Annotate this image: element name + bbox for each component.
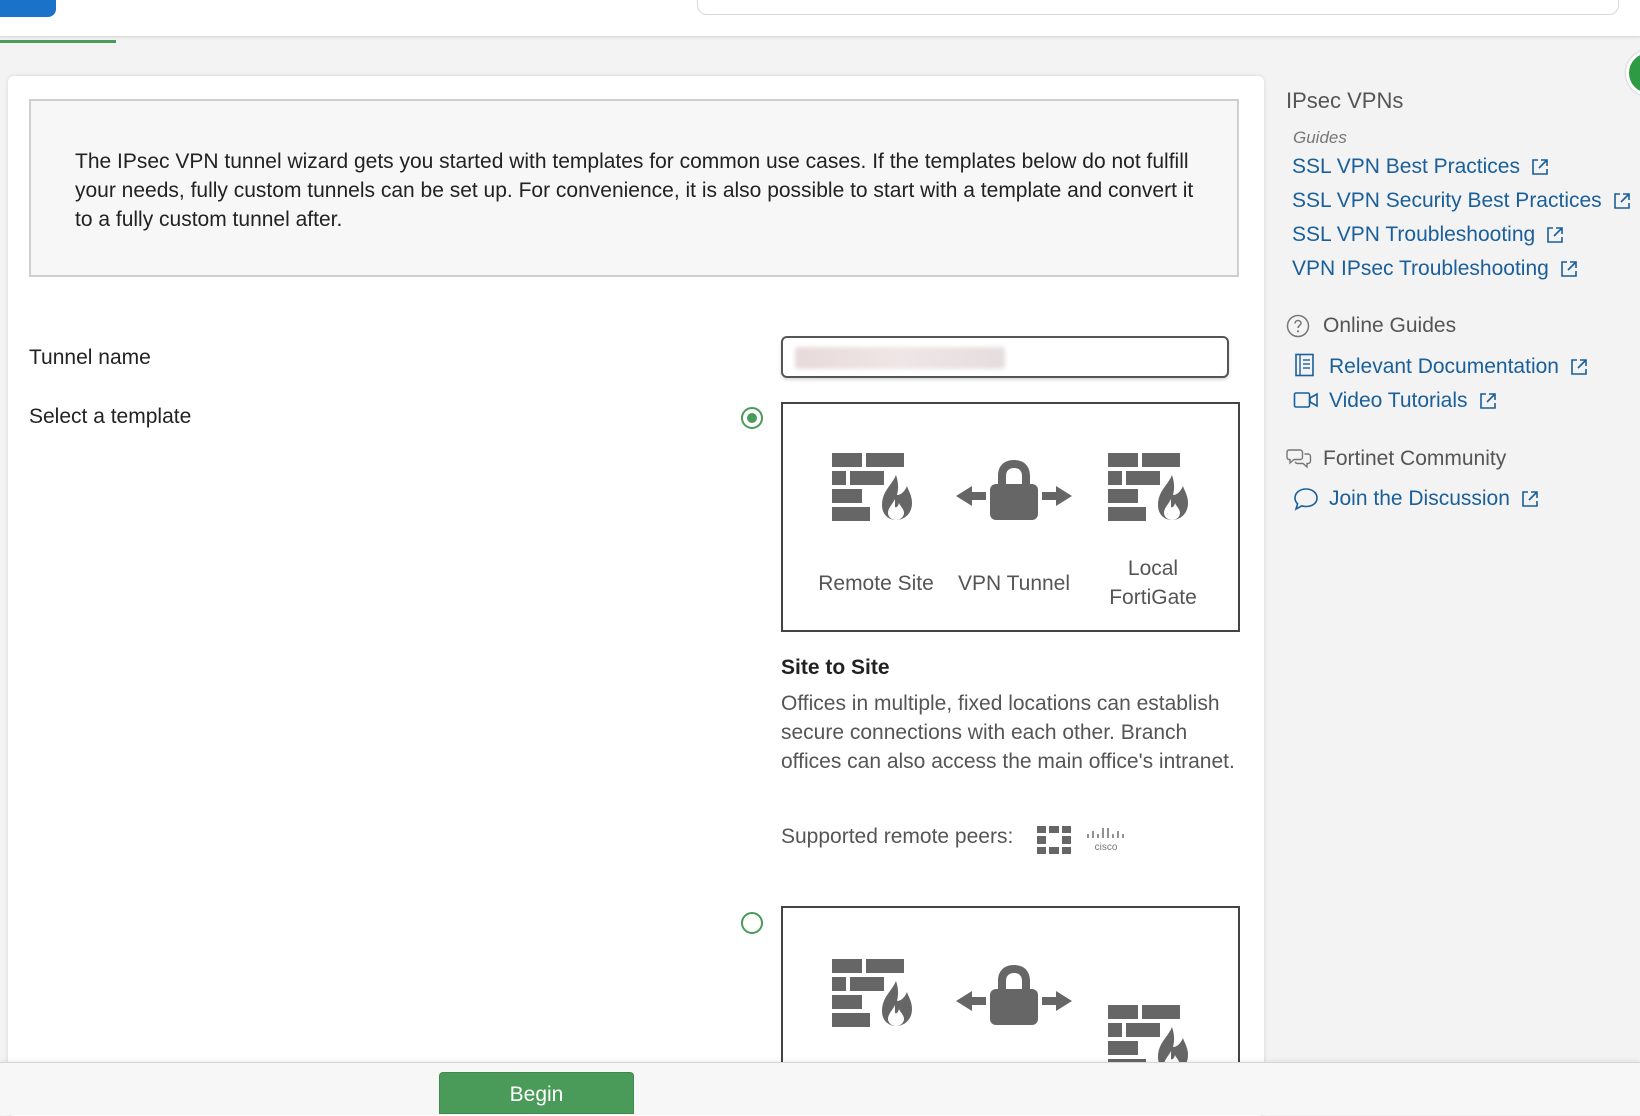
avatar[interactable] [1626,50,1640,96]
video-tutorials-label: Video Tutorials [1329,389,1468,412]
local-firewall-icon [1108,1005,1192,1066]
active-tab-indicator[interactable] [0,0,56,17]
guide-link-ssl-vpn-security[interactable]: SSL VPN Security Best Practices [1292,189,1632,213]
video-camera-icon [1293,392,1318,408]
guide-link-label: VPN IPsec Troubleshooting [1292,257,1549,280]
intro-text: The IPsec VPN tunnel wizard gets you sta… [75,150,1194,231]
template-second-radio[interactable] [741,912,763,934]
external-link-icon [1612,191,1632,211]
template-site-to-site-radio[interactable] [741,407,763,429]
fortinet-logo-icon [1037,826,1071,854]
guides-label: Guides [1293,128,1347,147]
top-bar [0,0,1640,37]
template-description: Offices in multiple, fixed locations can… [781,692,1235,773]
cisco-logo-icon: cisco [1087,828,1124,852]
community-heading: Fortinet Community [1323,447,1507,470]
relevant-documentation-link[interactable]: Relevant Documentation [1329,355,1589,379]
template-second-card[interactable] [781,906,1240,1066]
local-caption-line2: FortiGate [1109,586,1197,609]
remote-firewall-icon [832,453,916,523]
footer-bar [0,1062,1640,1115]
guide-link-ssl-vpn-best-practices[interactable]: SSL VPN Best Practices [1292,155,1550,179]
remote-site-caption: Remote Site [818,572,934,595]
question-circle-icon [1286,314,1310,338]
guide-link-label: SSL VPN Security Best Practices [1292,189,1602,212]
local-caption-line1: Local [1127,557,1179,580]
external-link-icon [1545,225,1565,245]
vpn-lock-icon [956,460,1072,520]
relevant-documentation-label: Relevant Documentation [1329,355,1559,378]
join-discussion-link[interactable]: Join the Discussion [1329,487,1540,511]
search-input[interactable] [697,0,1619,15]
tab-underline [0,40,116,43]
sidebar-heading: IPsec VPNs [1286,88,1404,113]
guide-link-vpn-ipsec-troubleshooting[interactable]: VPN IPsec Troubleshooting [1292,257,1579,281]
svg-text:cisco: cisco [1095,842,1118,852]
template-site-to-site-card[interactable]: Remote Site VPN Tunnel Local FortiGate [781,402,1240,632]
community-chat-icon [1286,449,1312,469]
remote-firewall-icon [832,959,916,1029]
document-icon [1295,353,1314,377]
tunnel-name-input[interactable] [781,336,1229,378]
external-link-icon [1559,259,1579,279]
guide-link-label: SSL VPN Best Practices [1292,155,1520,178]
intro-box: The IPsec VPN tunnel wizard gets you sta… [29,99,1239,277]
supported-peers-label: Supported remote peers: [781,825,1014,848]
external-link-icon [1520,489,1540,509]
begin-button[interactable]: Begin [439,1072,634,1114]
external-link-icon [1569,357,1589,377]
online-guides-heading: Online Guides [1323,314,1457,337]
external-link-icon [1478,391,1498,411]
guide-link-label: SSL VPN Troubleshooting [1292,223,1536,246]
join-discussion-label: Join the Discussion [1329,487,1510,510]
video-tutorials-link[interactable]: Video Tutorials [1329,389,1498,413]
redacted-value [795,347,1005,369]
select-template-label: Select a template [29,405,192,428]
vpn-lock-icon [956,965,1072,1025]
tunnel-name-label: Tunnel name [29,346,151,369]
local-fortigate-caption: Local FortiGate [1093,554,1213,612]
external-link-icon [1530,157,1550,177]
template-title: Site to Site [781,656,890,679]
guide-link-ssl-vpn-troubleshooting[interactable]: SSL VPN Troubleshooting [1292,223,1565,247]
vpn-tunnel-caption: VPN Tunnel [957,572,1071,595]
local-firewall-icon [1108,453,1192,523]
chat-bubble-icon [1294,488,1318,511]
